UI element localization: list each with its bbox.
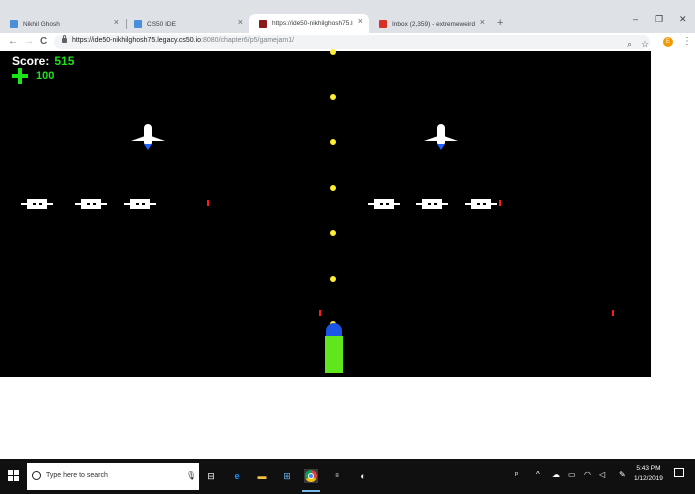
zoom-icon[interactable]: ⌕ xyxy=(627,39,632,50)
taskbar-clock[interactable]: 5:43 PM 1/12/2019 xyxy=(634,464,663,484)
tab-title: https://ide50-nikhilghosh75.legacy.cs50.… xyxy=(272,20,353,27)
tab-favicon xyxy=(134,20,142,28)
enemy-laser xyxy=(319,310,321,316)
player-bullet xyxy=(330,49,336,55)
enemy-laser xyxy=(612,310,614,316)
player-bullet xyxy=(330,139,336,145)
score-display: Score: 515 xyxy=(12,54,74,68)
alien-invader xyxy=(21,199,53,209)
file-explorer-icon[interactable]: ▬ xyxy=(255,469,269,483)
battery-icon[interactable]: ▭ xyxy=(568,470,576,479)
alien-invader xyxy=(124,199,156,209)
new-tab-button[interactable]: + xyxy=(497,17,503,29)
chrome-icon[interactable] xyxy=(304,469,318,483)
address-bar[interactable]: https://ide50-nikhilghosh75.legacy.cs50.… xyxy=(54,35,650,49)
microphone-icon[interactable]: 🎙 xyxy=(186,471,196,480)
player-bullet xyxy=(330,94,336,100)
tab-title: CS50 IDE xyxy=(147,20,176,28)
store-icon[interactable]: ⊞ xyxy=(280,469,294,483)
taskbar: Type here to search 🎙 ⊟ e ▬ ⊞ ≡ ◐ ᵖ ^ ☁ … xyxy=(0,459,695,494)
chevron-up-icon[interactable]: ^ xyxy=(536,470,540,479)
task-view-icon[interactable]: ⊟ xyxy=(204,469,218,483)
gmail-icon xyxy=(379,20,387,28)
url-text[interactable]: https://ide50-nikhilghosh75.legacy.cs50.… xyxy=(72,37,294,44)
onedrive-icon[interactable]: ☁ xyxy=(552,470,560,479)
forward-button[interactable]: → xyxy=(24,36,34,47)
health-plus-icon xyxy=(12,68,28,84)
notification-icon[interactable] xyxy=(674,468,684,477)
minimize-button[interactable]: – xyxy=(633,14,638,24)
tab-nikhil-ghosh[interactable]: Nikhil Ghosh × xyxy=(0,15,125,33)
health-display: 100 xyxy=(12,68,54,84)
search-placeholder: Type here to search xyxy=(46,472,108,479)
tab-favicon xyxy=(10,20,18,28)
profile-avatar[interactable]: E xyxy=(663,37,673,47)
browser-tab-strip: Nikhil Ghosh × CS50 IDE × https://ide50-… xyxy=(0,0,695,33)
tab-favicon xyxy=(259,19,267,28)
enemy-ship xyxy=(424,124,458,158)
clock-date: 1/12/2019 xyxy=(634,475,663,482)
cortana-icon xyxy=(32,471,41,480)
score-label: Score: xyxy=(12,54,50,68)
enemy-ship xyxy=(131,124,165,158)
wifi-icon[interactable]: ◠ xyxy=(584,470,591,479)
app-icon[interactable]: ◐ xyxy=(356,469,370,483)
volume-icon[interactable]: ◁ xyxy=(599,470,605,479)
close-icon[interactable]: × xyxy=(114,17,119,27)
close-icon[interactable]: × xyxy=(358,16,363,26)
windows-start-icon[interactable] xyxy=(8,470,20,482)
score-value: 515 xyxy=(54,54,75,68)
player-bullet xyxy=(330,185,336,191)
tab-inbox[interactable]: Inbox (2,359) - extremeweirdness@gmail.c… xyxy=(369,15,491,33)
reload-button[interactable]: C xyxy=(40,36,47,47)
lock-icon[interactable] xyxy=(62,35,67,43)
player-bullet xyxy=(330,230,336,236)
game-canvas[interactable]: Score: 515 100 xyxy=(0,49,651,377)
alien-invader xyxy=(75,199,107,209)
edge-icon[interactable]: e xyxy=(230,469,244,483)
player-bullet xyxy=(330,276,336,282)
app-icon[interactable]: ≡ xyxy=(330,469,344,483)
player-ship xyxy=(325,323,343,373)
tab-cs50-ide[interactable]: CS50 IDE × xyxy=(124,15,249,33)
clock-time: 5:43 PM xyxy=(636,465,661,472)
active-app-indicator xyxy=(302,490,320,492)
health-value: 100 xyxy=(36,70,55,82)
alien-invader xyxy=(368,199,400,209)
enemy-laser xyxy=(207,200,209,206)
pen-icon[interactable]: ✎ xyxy=(619,470,626,479)
alien-invader xyxy=(465,199,497,209)
bookmark-star-icon[interactable]: ☆ xyxy=(641,39,649,50)
taskbar-search-box[interactable]: Type here to search 🎙 xyxy=(27,463,199,490)
close-icon[interactable]: × xyxy=(238,17,243,27)
tab-title: Inbox (2,359) - extremeweirdness@gmail.c… xyxy=(392,20,475,28)
tab-title: Nikhil Ghosh xyxy=(23,20,60,28)
maximize-button[interactable]: ❐ xyxy=(655,14,663,25)
window-close-button[interactable]: ✕ xyxy=(679,14,687,25)
enemy-laser xyxy=(499,200,501,206)
browser-toolbar: ← → C https://ide50-nikhilghosh75.legacy… xyxy=(0,33,695,51)
people-icon[interactable]: ᵖ xyxy=(515,470,518,479)
back-button[interactable]: ← xyxy=(8,36,18,47)
alien-invader xyxy=(416,199,448,209)
menu-icon[interactable]: ⋮ xyxy=(682,36,692,47)
close-icon[interactable]: × xyxy=(480,17,485,27)
tab-game-page[interactable]: https://ide50-nikhilghosh75.legacy.cs50.… xyxy=(249,14,369,33)
